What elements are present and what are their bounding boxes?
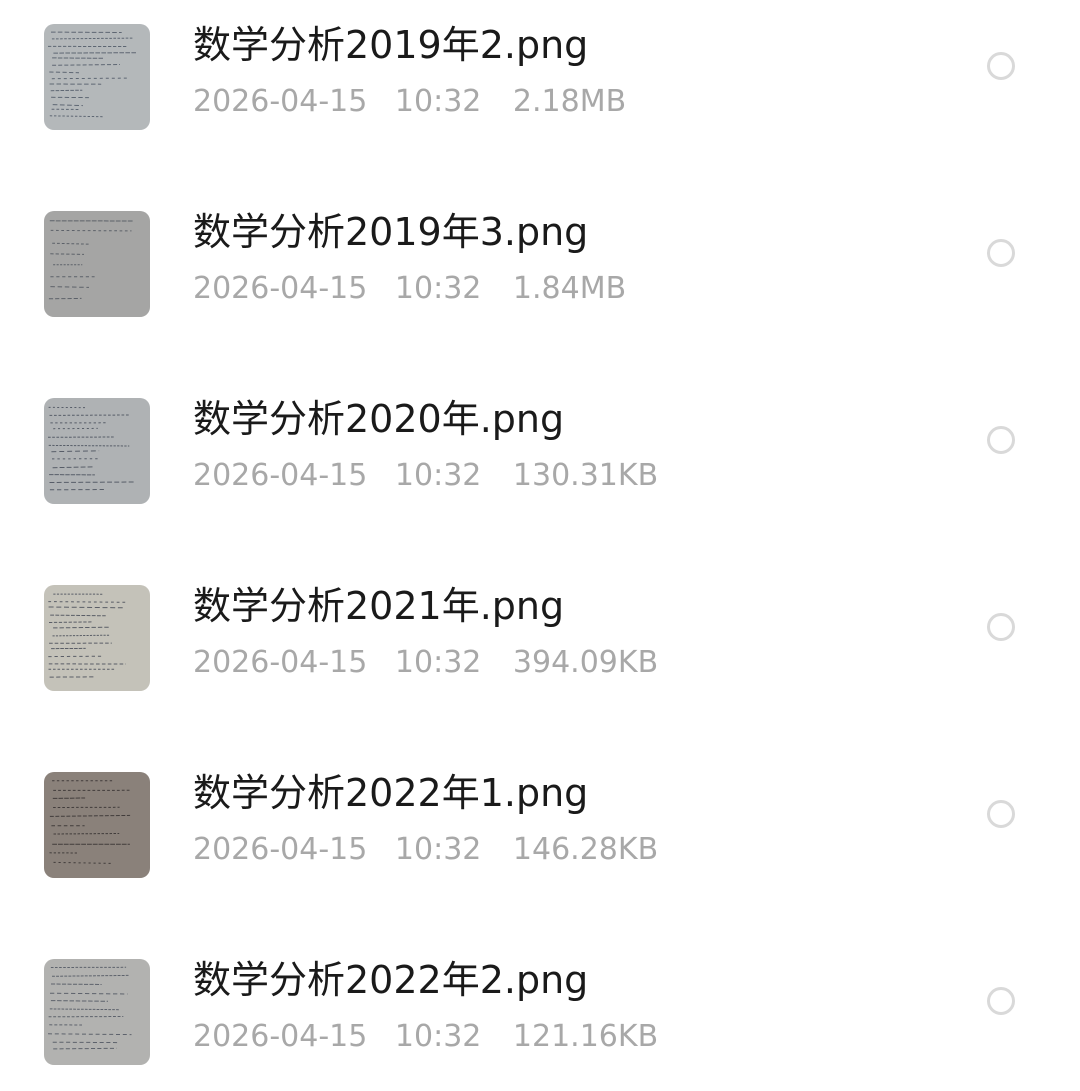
file-name: 数学分析2019年3.png [193, 207, 588, 257]
file-meta: 2026-04-15 10:32 1.84MB [193, 269, 626, 309]
file-name: 数学分析2022年1.png [193, 768, 588, 818]
file-time: 10:32 [395, 269, 481, 309]
file-name: 数学分析2021年.png [193, 581, 564, 631]
select-radio[interactable] [987, 239, 1015, 267]
file-meta: 2026-04-15 10:32 121.16KB [193, 1017, 658, 1057]
file-size: 2.18MB [513, 82, 626, 122]
file-name: 数学分析2020年.png [193, 394, 564, 444]
handwritten-notes-image [44, 772, 150, 878]
file-thumbnail [44, 772, 150, 878]
file-date: 2026-04-15 [193, 1017, 367, 1057]
file-size: 1.84MB [513, 269, 626, 309]
file-item[interactable]: 数学分析2019年3.png 2026-04-15 10:32 1.84MB [0, 203, 1080, 343]
select-radio[interactable] [987, 987, 1015, 1015]
handwritten-notes-image [44, 24, 150, 130]
file-size: 394.09KB [513, 643, 658, 683]
file-name: 数学分析2022年2.png [193, 955, 588, 1005]
file-meta: 2026-04-15 10:32 394.09KB [193, 643, 658, 683]
select-radio[interactable] [987, 426, 1015, 454]
file-time: 10:32 [395, 830, 481, 870]
file-size: 146.28KB [513, 830, 658, 870]
file-date: 2026-04-15 [193, 456, 367, 496]
file-time: 10:32 [395, 456, 481, 496]
file-thumbnail [44, 959, 150, 1065]
file-date: 2026-04-15 [193, 269, 367, 309]
handwritten-notes-image [44, 398, 150, 504]
file-time: 10:32 [395, 1017, 481, 1057]
file-thumbnail [44, 211, 150, 317]
file-item[interactable]: 数学分析2022年1.png 2026-04-15 10:32 146.28KB [0, 764, 1080, 904]
file-item[interactable]: 数学分析2019年2.png 2026-04-15 10:32 2.18MB [0, 16, 1080, 156]
file-date: 2026-04-15 [193, 82, 367, 122]
file-item[interactable]: 数学分析2021年.png 2026-04-15 10:32 394.09KB [0, 577, 1080, 717]
file-size: 121.16KB [513, 1017, 658, 1057]
file-date: 2026-04-15 [193, 643, 367, 683]
select-radio[interactable] [987, 800, 1015, 828]
file-thumbnail [44, 398, 150, 504]
select-radio[interactable] [987, 52, 1015, 80]
file-thumbnail [44, 24, 150, 130]
handwritten-notes-image [44, 959, 150, 1065]
file-time: 10:32 [395, 643, 481, 683]
file-time: 10:32 [395, 82, 481, 122]
file-meta: 2026-04-15 10:32 130.31KB [193, 456, 658, 496]
file-size: 130.31KB [513, 456, 658, 496]
file-meta: 2026-04-15 10:32 2.18MB [193, 82, 626, 122]
select-radio[interactable] [987, 613, 1015, 641]
file-thumbnail [44, 585, 150, 691]
file-item[interactable]: 数学分析2020年.png 2026-04-15 10:32 130.31KB [0, 390, 1080, 530]
file-list: 数学分析2019年2.png 2026-04-15 10:32 2.18MB 数… [0, 0, 1080, 1080]
file-date: 2026-04-15 [193, 830, 367, 870]
handwritten-notes-image [44, 211, 150, 317]
file-item[interactable]: 数学分析2022年2.png 2026-04-15 10:32 121.16KB [0, 951, 1080, 1091]
file-name: 数学分析2019年2.png [193, 20, 588, 70]
handwritten-notes-image [44, 585, 150, 691]
file-meta: 2026-04-15 10:32 146.28KB [193, 830, 658, 870]
